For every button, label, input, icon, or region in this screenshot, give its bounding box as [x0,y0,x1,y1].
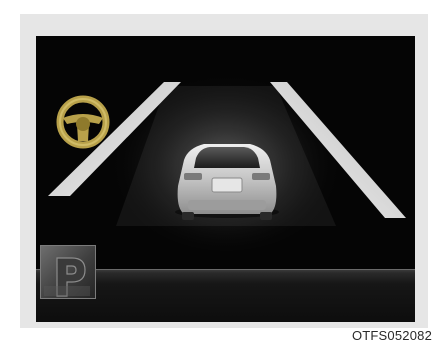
vehicle-ahead [175,144,279,220]
cluster-display [36,36,415,322]
parking-indicator-icon [40,245,96,299]
steering-wheel-icon [56,95,110,149]
figure-caption: OTFS052082 [351,328,432,343]
